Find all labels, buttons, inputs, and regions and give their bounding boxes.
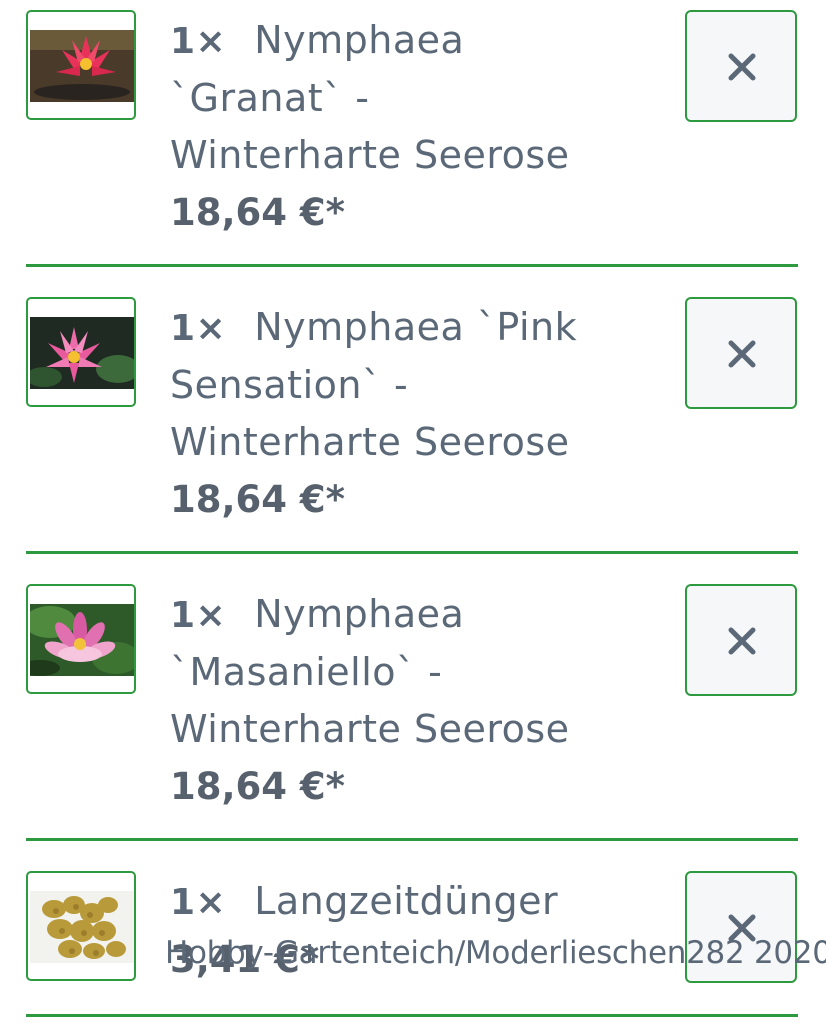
item-divider [26, 264, 798, 267]
quantity: 1× [170, 882, 227, 923]
product-image[interactable] [26, 297, 136, 407]
water-lily-image [30, 30, 134, 102]
item-divider [26, 1014, 798, 1017]
quantity: 1× [170, 21, 227, 62]
product-name-line[interactable]: `Granat` - [170, 70, 650, 127]
product-name-line[interactable]: `Masaniello` - [170, 644, 650, 701]
cart-item: 1× Nymphaea `Pink Sensation` - Winterhart… [0, 287, 826, 574]
remove-item-button[interactable] [685, 584, 797, 696]
product-name: Nymphaea [254, 18, 465, 62]
product-name-line[interactable]: Winterharte Seerose [170, 127, 650, 184]
close-icon [728, 627, 756, 655]
product-info: 1× Nymphaea `Granat` - Winterharte Seeros… [170, 12, 650, 241]
product-name: Langzeitdünger [254, 879, 559, 923]
cart-item: 1× Nymphaea `Granat` - Winterharte Seeros… [0, 0, 826, 287]
close-icon [728, 340, 756, 368]
cart-item: 1× Nymphaea `Masaniello` - Winterharte Se… [0, 574, 826, 861]
quantity: 1× [170, 595, 227, 636]
product-name-line[interactable]: 1× Nymphaea [170, 12, 650, 70]
water-lily-image [30, 604, 134, 676]
product-image[interactable] [26, 871, 136, 981]
product-image[interactable] [26, 10, 136, 120]
product-name-line[interactable]: Winterharte Seerose [170, 414, 650, 471]
product-image[interactable] [26, 584, 136, 694]
product-name-line[interactable]: 1× Nymphaea [170, 586, 650, 644]
water-lily-image [30, 317, 134, 389]
item-divider [26, 838, 798, 841]
product-info: 1× Nymphaea `Pink Sensation` - Winterhart… [170, 299, 650, 528]
fertilizer-image [30, 891, 134, 963]
quantity: 1× [170, 308, 227, 349]
item-divider [26, 551, 798, 554]
remove-item-button[interactable] [685, 10, 797, 122]
product-name: Nymphaea `Pink [254, 305, 578, 349]
product-price: 18,64 €* [170, 478, 346, 521]
product-name-line[interactable]: 1× Nymphaea `Pink [170, 299, 650, 357]
product-name-line[interactable]: Winterharte Seerose [170, 701, 650, 758]
product-info: 1× Nymphaea `Masaniello` - Winterharte Se… [170, 586, 650, 815]
close-icon [728, 53, 756, 81]
remove-item-button[interactable] [685, 297, 797, 409]
product-name: Nymphaea [254, 592, 465, 636]
product-name-line[interactable]: Sensation` - [170, 357, 650, 414]
product-name-line[interactable]: 1× Langzeitdünger [170, 873, 650, 931]
product-price: 18,64 €* [170, 765, 346, 808]
watermark: Hobby-Gartenteich/Moderlieschen282 2020 [165, 935, 826, 971]
product-price: 18,64 €* [170, 191, 346, 234]
